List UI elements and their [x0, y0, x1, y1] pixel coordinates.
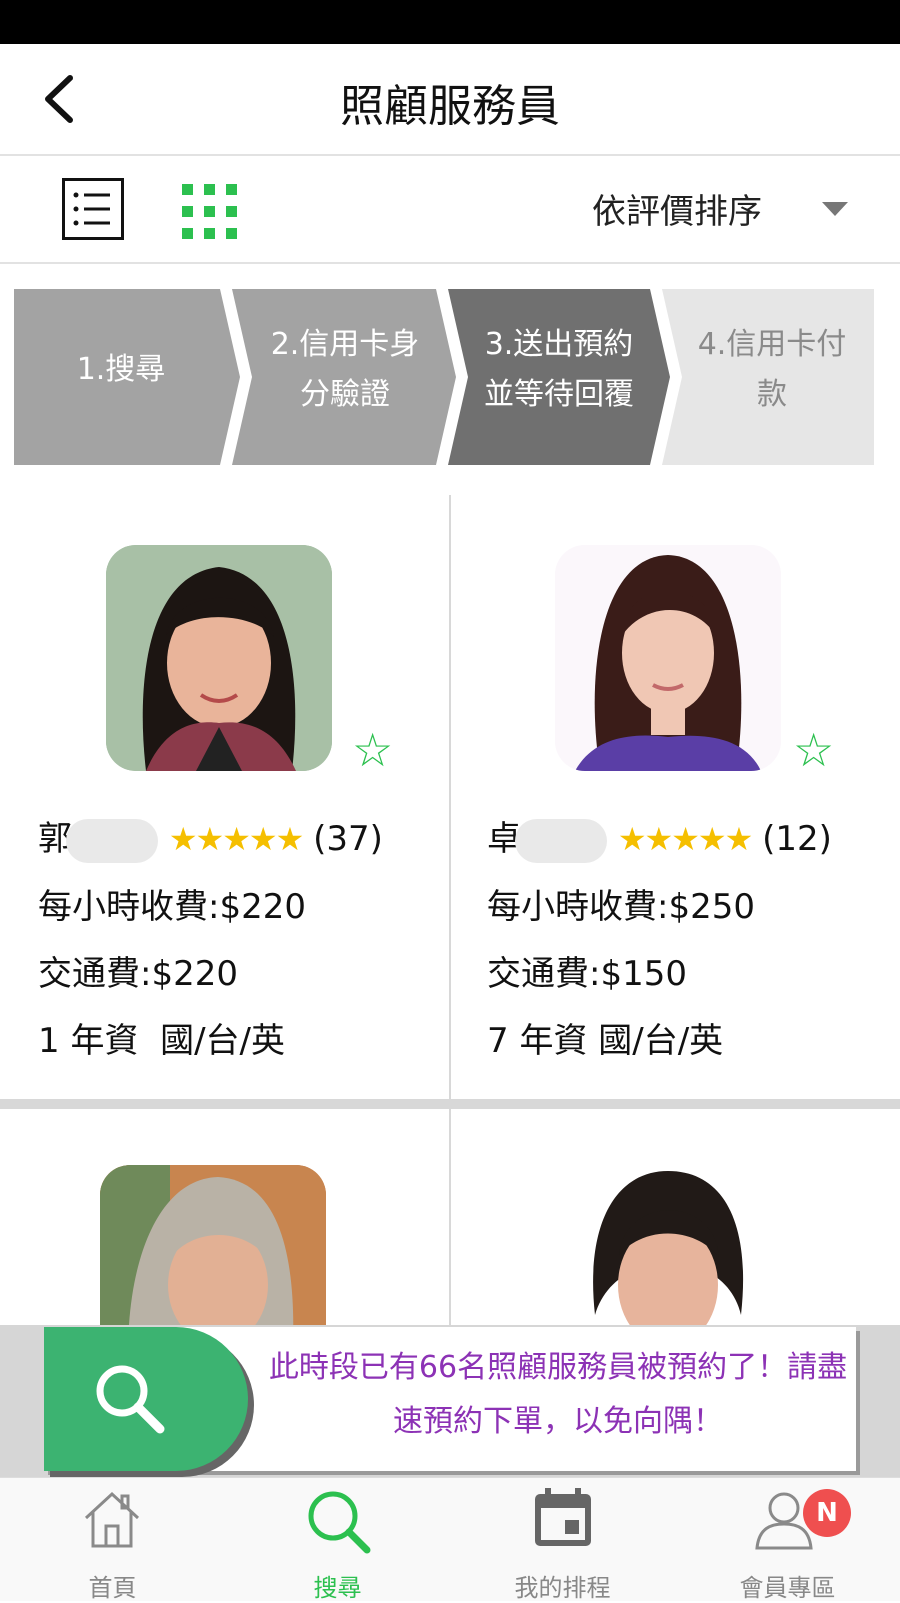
caregiver-grid: ☆ 郭 ★★★★★ (37) 每小時收費:$220 交通費:$220 1 年資 …	[0, 495, 900, 1325]
banner-search-button[interactable]	[44, 1327, 248, 1471]
calendar-icon	[535, 1488, 591, 1546]
blurred-name	[515, 818, 607, 863]
favorite-star-icon[interactable]: ☆	[352, 727, 393, 773]
search-icon	[308, 1491, 371, 1554]
caregiver-photo	[555, 545, 781, 771]
sort-dropdown[interactable]: 依評價排序	[592, 184, 762, 233]
booking-alert-banner: 此時段已有66名照顧服務員被預約了！請盡 速預約下單，以免向隅！	[0, 1325, 900, 1477]
caregiver-card[interactable]	[0, 1109, 449, 1325]
avatar-3-illustration	[100, 1165, 326, 1325]
search-icon	[96, 1365, 165, 1434]
home-icon	[84, 1491, 140, 1548]
step-1-label: 1.搜尋	[76, 352, 166, 387]
rating-stars: ★★★★★	[617, 820, 753, 858]
booking-steps: 1.搜尋 2.信用卡身 分驗證 3.送出預約 並等待回覆 4.信用卡付款	[14, 289, 874, 465]
grid-view-icon	[182, 184, 237, 239]
rating-stars: ★★★★★	[168, 820, 304, 858]
avatar-2-illustration	[555, 545, 781, 771]
tab-schedule[interactable]: 我的排程	[450, 1478, 675, 1602]
tab-search-label: 搜尋	[313, 1574, 362, 1602]
tab-home-label: 首頁	[88, 1574, 137, 1602]
caregiver-card[interactable]: ☆ 郭 ★★★★★ (37) 每小時收費:$220 交通費:$220 1 年資 …	[0, 495, 449, 1099]
tab-home[interactable]: 首頁	[0, 1478, 225, 1602]
list-view-icon	[62, 178, 124, 240]
dropdown-arrow-icon[interactable]	[822, 202, 848, 216]
languages: 國/台/英	[160, 1021, 285, 1061]
page-title: 照顧服務員	[340, 81, 560, 132]
review-count: (12)	[762, 819, 832, 859]
top-nav-bar: 照顧服務員	[0, 44, 900, 156]
caregiver-name-rating: 郭 ★★★★★ (37)	[38, 811, 383, 863]
caregiver-photo	[100, 1165, 326, 1325]
years-experience: 1 年資	[38, 1021, 139, 1061]
avatar-4-illustration	[555, 1165, 781, 1325]
bottom-tab-bar: 首頁 搜尋 我的排程 會員專區	[0, 1477, 900, 1602]
caregiver-photo	[106, 545, 332, 771]
tab-member[interactable]: 會員專區	[675, 1478, 900, 1602]
tab-schedule-label: 我的排程	[514, 1574, 611, 1602]
caregiver-card[interactable]: ☆ 卓 ★★★★★ (12) 每小時收費:$250 交通費:$150 7 年資 …	[451, 495, 900, 1099]
years-experience: 7 年資	[487, 1021, 588, 1061]
banner-message: 此時段已有66名照顧服務員被預約了！請盡 速預約下單，以免向隅！	[268, 1350, 848, 1439]
grid-view-button[interactable]	[182, 184, 238, 240]
status-bar	[0, 0, 900, 44]
notification-badge: N	[803, 1489, 851, 1537]
hourly-rate: 每小時收費:$220	[38, 887, 306, 927]
review-count: (37)	[313, 819, 383, 859]
favorite-star-icon[interactable]: ☆	[793, 727, 834, 773]
transport-fee: 交通費:$150	[487, 954, 687, 994]
step-3-label: 3.送出預約 並等待回覆	[484, 327, 634, 412]
transport-fee: 交通費:$220	[38, 954, 238, 994]
experience-languages: 7 年資 國/台/英	[487, 1013, 723, 1062]
step-4-label: 4.信用卡付款	[697, 327, 847, 412]
caregiver-name-rating: 卓 ★★★★★ (12)	[487, 811, 832, 863]
languages: 國/台/英	[598, 1021, 724, 1061]
list-view-button[interactable]	[62, 178, 124, 240]
banner-box: 此時段已有66名照顧服務員被預約了！請盡 速預約下單，以免向隅！	[44, 1327, 856, 1471]
experience-languages: 1 年資 國/台/英	[38, 1013, 285, 1062]
tab-search[interactable]: 搜尋	[225, 1478, 450, 1602]
tab-member-label: 會員專區	[739, 1574, 836, 1602]
blurred-name	[66, 818, 158, 863]
caregiver-card[interactable]	[451, 1109, 900, 1325]
view-toolbar: 依評價排序	[0, 156, 900, 264]
caregiver-photo	[555, 1165, 781, 1325]
avatar-1-illustration	[106, 545, 332, 771]
step-2-label: 2.信用卡身 分驗證	[270, 327, 420, 412]
hourly-rate: 每小時收費:$250	[487, 887, 755, 927]
